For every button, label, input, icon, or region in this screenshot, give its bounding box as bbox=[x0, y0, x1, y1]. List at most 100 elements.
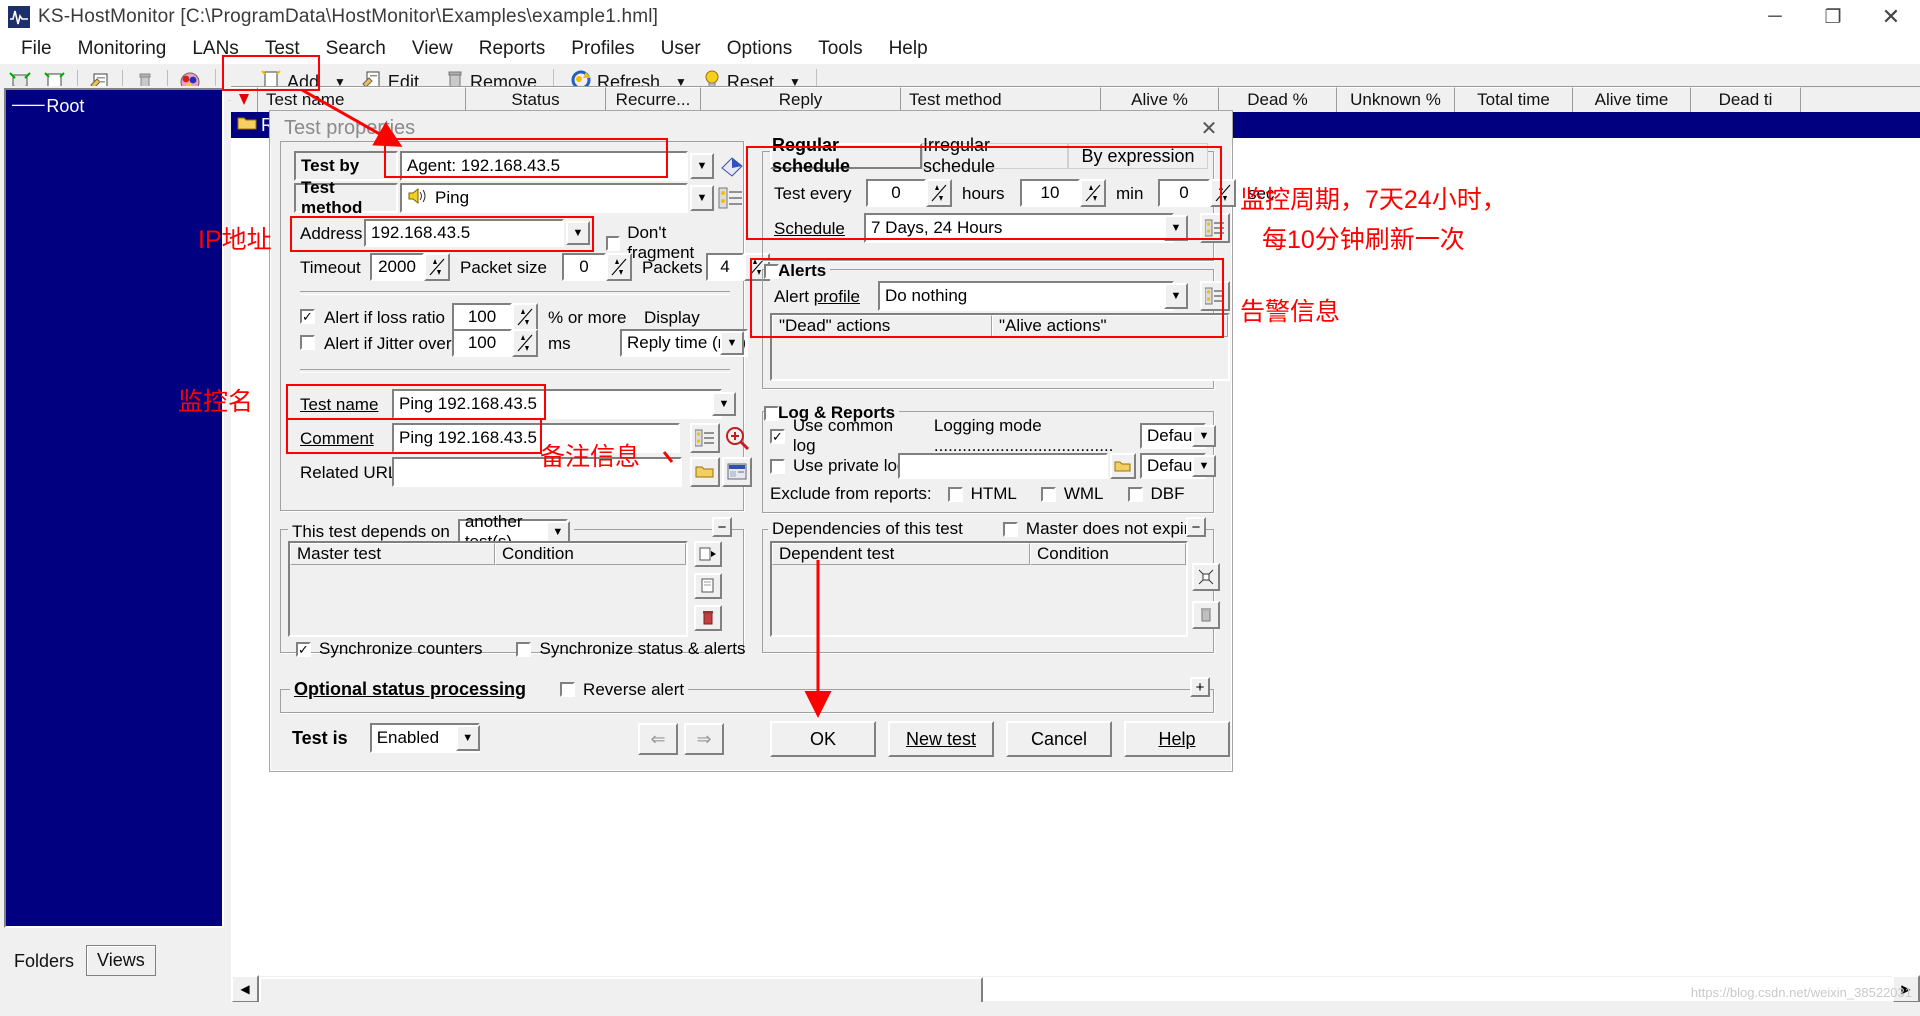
delete-dependent-button[interactable] bbox=[1192, 601, 1220, 629]
test-by-dropdown-arrow-icon[interactable]: ▼ bbox=[690, 153, 714, 179]
delete-master-test-button[interactable] bbox=[694, 605, 722, 631]
tab-folders[interactable]: Folders bbox=[4, 947, 85, 976]
dialog-close-icon[interactable]: ✕ bbox=[1196, 115, 1222, 141]
optional-status-expand-button[interactable]: + bbox=[1190, 677, 1210, 697]
sort-indicator-icon[interactable] bbox=[231, 87, 258, 113]
column-header-dead-pct[interactable]: Dead % bbox=[1219, 87, 1337, 113]
schedule-input[interactable]: 7 Days, 24 Hours bbox=[864, 213, 1174, 243]
alert-loss-spinner[interactable] bbox=[512, 303, 538, 331]
test-method-dropdown-arrow-icon[interactable]: ▼ bbox=[690, 185, 714, 211]
horizontal-scrollbar[interactable]: ◀ ▶ bbox=[231, 975, 1920, 1005]
copy-master-test-button[interactable] bbox=[694, 573, 722, 599]
ok-button[interactable]: OK bbox=[770, 721, 876, 757]
scroll-left-button[interactable]: ◀ bbox=[231, 975, 259, 1003]
menu-test[interactable]: Test bbox=[252, 36, 313, 62]
packet-size-input[interactable]: 0 bbox=[562, 253, 606, 281]
related-url-browse-button[interactable] bbox=[690, 457, 720, 487]
alert-jitter-checkbox[interactable] bbox=[300, 335, 315, 350]
timeout-spinner[interactable] bbox=[424, 253, 450, 281]
alert-actions-alive-header[interactable]: "Alive actions" bbox=[992, 315, 1228, 337]
exclude-dbf-checkbox[interactable] bbox=[1127, 486, 1143, 502]
dependent-condition-header[interactable]: Condition bbox=[1030, 543, 1186, 565]
test-every-sec-spinner[interactable] bbox=[1210, 179, 1236, 207]
menu-user[interactable]: User bbox=[648, 36, 714, 62]
tab-regular-schedule[interactable]: Regular schedule bbox=[770, 135, 922, 176]
dependent-test-header[interactable]: Dependent test bbox=[772, 543, 1030, 565]
menu-monitoring[interactable]: Monitoring bbox=[65, 36, 180, 62]
test-method-value-row[interactable]: Ping bbox=[400, 183, 688, 213]
menu-file[interactable]: File bbox=[8, 36, 65, 62]
help-button[interactable]: Help bbox=[1124, 721, 1230, 757]
packets-input[interactable]: 4 bbox=[706, 253, 744, 281]
new-test-button[interactable]: New test bbox=[888, 721, 994, 757]
exclude-html-checkbox[interactable] bbox=[947, 486, 963, 502]
menu-tools[interactable]: Tools bbox=[805, 36, 875, 62]
comment-list-button[interactable] bbox=[690, 423, 720, 453]
sync-counters-checkbox[interactable]: ✓ bbox=[296, 641, 311, 657]
timeout-input[interactable]: 2000 bbox=[370, 253, 424, 281]
menu-reports[interactable]: Reports bbox=[466, 36, 559, 62]
alert-profile-edit-button[interactable] bbox=[1200, 281, 1230, 311]
close-button[interactable]: ✕ bbox=[1862, 0, 1920, 34]
scroll-track[interactable] bbox=[259, 977, 1892, 1005]
use-private-log-checkbox[interactable] bbox=[770, 458, 785, 474]
master-test-list[interactable]: Master test Condition bbox=[288, 541, 688, 637]
exclude-wml-checkbox[interactable] bbox=[1040, 486, 1056, 502]
alert-jitter-spinner[interactable] bbox=[512, 329, 538, 357]
master-condition-header[interactable]: Condition bbox=[495, 543, 686, 565]
previous-test-button[interactable]: ⇐ bbox=[638, 723, 678, 755]
sync-status-checkbox[interactable] bbox=[516, 641, 532, 657]
alert-jitter-input[interactable]: 100 bbox=[452, 329, 512, 357]
private-log-path-input[interactable] bbox=[898, 453, 1108, 479]
log-reports-group-checkbox[interactable] bbox=[764, 406, 779, 421]
use-common-log-checkbox[interactable]: ✓ bbox=[770, 428, 785, 444]
column-header-alive-time[interactable]: Alive time bbox=[1573, 87, 1691, 113]
logging-mode-dropdown-arrow-icon[interactable]: ▼ bbox=[1192, 425, 1216, 447]
test-name-input[interactable]: Ping 192.168.43.5 bbox=[392, 389, 722, 419]
alert-profile-dropdown-arrow-icon[interactable]: ▼ bbox=[1164, 283, 1188, 309]
test-every-hours-spinner[interactable] bbox=[926, 179, 952, 207]
column-header-dead-time[interactable]: Dead ti bbox=[1691, 87, 1801, 113]
maximize-button[interactable]: ❐ bbox=[1804, 0, 1862, 34]
scroll-thumb[interactable] bbox=[259, 977, 983, 1005]
menu-help[interactable]: Help bbox=[876, 36, 941, 62]
depends-on-collapse-button[interactable]: − bbox=[712, 517, 732, 537]
private-log-browse-button[interactable] bbox=[1110, 453, 1136, 479]
test-every-min-input[interactable]: 10 bbox=[1020, 179, 1080, 207]
menu-lans[interactable]: LANs bbox=[179, 36, 251, 62]
cancel-button[interactable]: Cancel bbox=[1006, 721, 1112, 757]
master-test-header[interactable]: Master test bbox=[290, 543, 495, 565]
test-every-sec-input[interactable]: 0 bbox=[1158, 179, 1210, 207]
dependent-test-list[interactable]: Dependent test Condition bbox=[770, 541, 1188, 637]
alert-loss-input[interactable]: 100 bbox=[452, 303, 512, 331]
address-input[interactable]: 192.168.43.5 bbox=[364, 219, 564, 247]
tree-expander-icon[interactable]: ─── bbox=[12, 97, 44, 117]
schedule-dropdown-arrow-icon[interactable]: ▼ bbox=[1164, 215, 1188, 241]
column-header-unknown-pct[interactable]: Unknown % bbox=[1337, 87, 1455, 113]
test-method-list-icon[interactable] bbox=[718, 185, 744, 216]
menu-search[interactable]: Search bbox=[313, 36, 399, 62]
test-every-min-spinner[interactable] bbox=[1080, 179, 1106, 207]
test-name-dropdown-arrow-icon[interactable]: ▼ bbox=[712, 392, 736, 416]
tab-views[interactable]: Views bbox=[86, 945, 156, 976]
tree-root-item[interactable]: ─── Root bbox=[6, 90, 222, 117]
reverse-alert-checkbox[interactable] bbox=[560, 682, 576, 697]
alerts-group-checkbox[interactable] bbox=[764, 264, 779, 279]
display-dropdown-arrow-icon[interactable]: ▼ bbox=[720, 331, 744, 355]
test-every-hours-input[interactable]: 0 bbox=[866, 179, 926, 207]
packet-size-spinner[interactable] bbox=[606, 253, 632, 281]
minimize-button[interactable]: ─ bbox=[1746, 0, 1804, 34]
schedule-edit-button[interactable] bbox=[1200, 213, 1230, 243]
private-log-mode-dropdown-arrow-icon[interactable]: ▼ bbox=[1192, 455, 1216, 477]
address-dropdown-arrow-icon[interactable]: ▼ bbox=[566, 221, 590, 245]
depends-on-mode-dropdown-arrow-icon[interactable]: ▼ bbox=[545, 521, 570, 543]
goto-dependent-button[interactable] bbox=[1192, 563, 1220, 591]
test-by-value[interactable]: Agent: 192.168.43.5 bbox=[400, 151, 688, 181]
comment-zoom-icon[interactable] bbox=[724, 425, 750, 456]
master-no-expire-checkbox[interactable] bbox=[1002, 521, 1018, 537]
related-url-open-button[interactable] bbox=[722, 457, 752, 487]
alert-loss-checkbox[interactable]: ✓ bbox=[300, 309, 315, 324]
alert-actions-dead-header[interactable]: "Dead" actions bbox=[772, 315, 992, 337]
add-master-test-button[interactable] bbox=[694, 541, 722, 567]
folders-tree[interactable]: ─── Root bbox=[4, 88, 224, 928]
